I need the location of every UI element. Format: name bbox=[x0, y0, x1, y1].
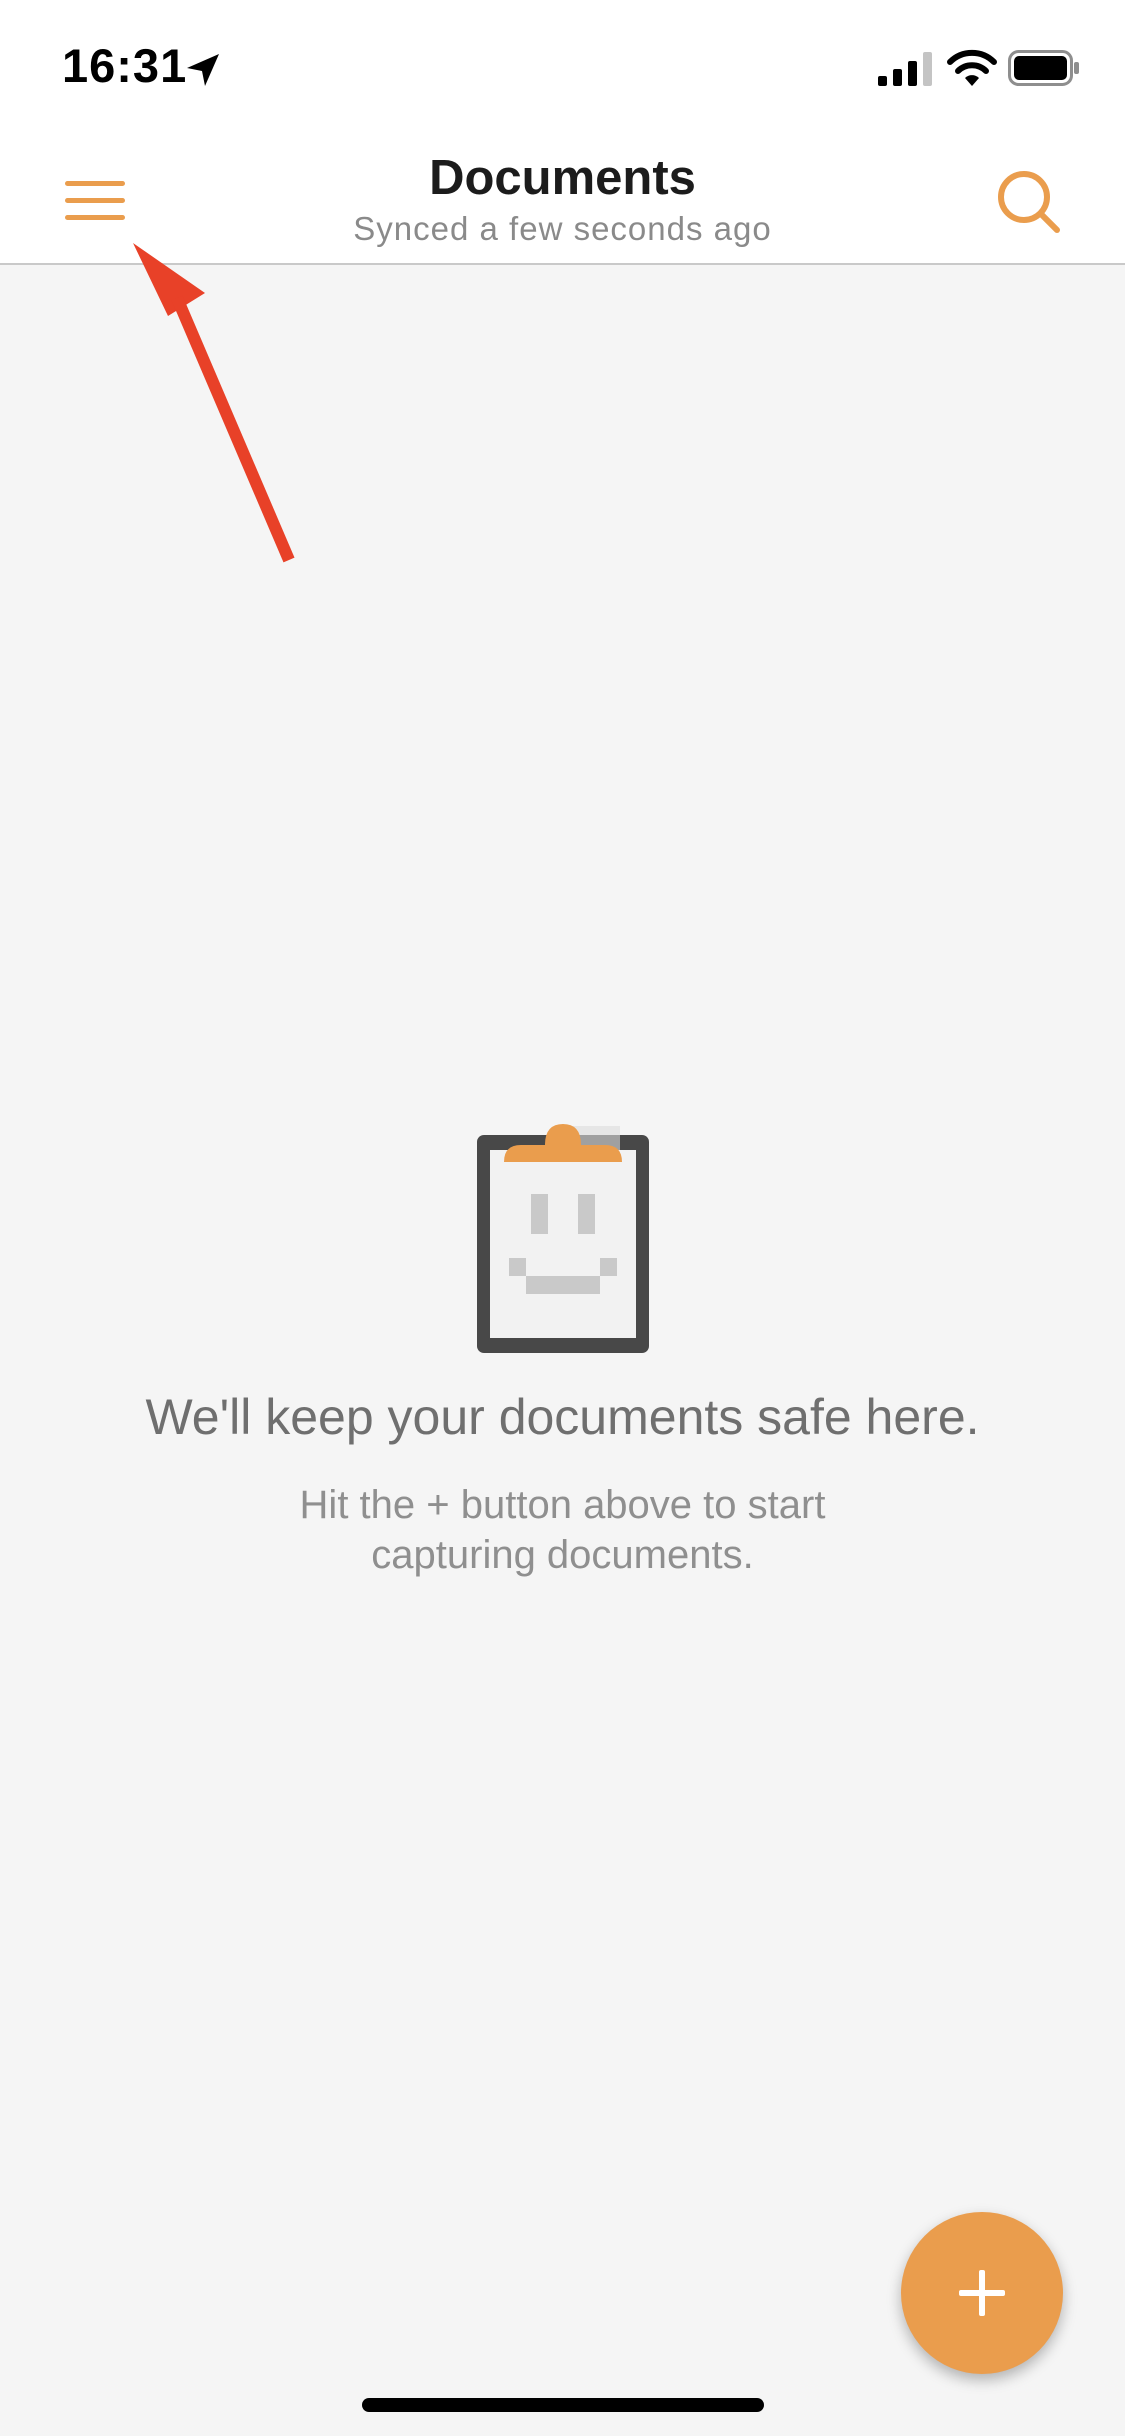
red-arrow-pointer bbox=[133, 243, 295, 563]
page-title: Documents bbox=[429, 151, 696, 205]
clipboard-smiley-icon bbox=[477, 1124, 649, 1353]
add-document-button[interactable] bbox=[901, 2212, 1063, 2374]
status-time: 16:31 bbox=[62, 39, 188, 92]
battery-icon bbox=[1008, 50, 1079, 86]
location-arrow-icon bbox=[187, 54, 219, 86]
empty-state-subtitle-line: Hit the + button above to start bbox=[299, 1483, 826, 1527]
search-icon[interactable] bbox=[990, 163, 1070, 243]
cellular-signal-icon bbox=[878, 52, 932, 86]
status-bar: 16:31 bbox=[0, 0, 1125, 135]
wifi-icon bbox=[947, 49, 997, 86]
home-indicator[interactable] bbox=[362, 2398, 764, 2412]
empty-state-subtitle: Hit the + button above to start capturin… bbox=[0, 1480, 1125, 1580]
plus-icon bbox=[959, 2270, 1005, 2316]
empty-state-title: We'll keep your documents safe here. bbox=[145, 1389, 980, 1445]
empty-state-subtitle-line: capturing documents. bbox=[371, 1533, 754, 1577]
